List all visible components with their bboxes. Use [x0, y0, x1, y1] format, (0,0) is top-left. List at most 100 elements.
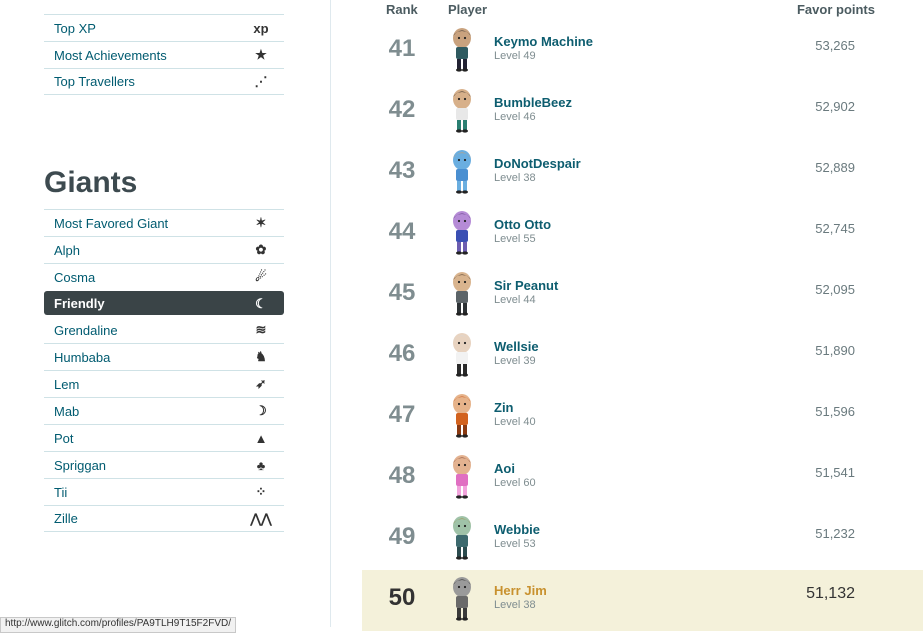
player-avatar[interactable] [448, 515, 476, 561]
top-leaderboard-menu: Top XP xp Most Achievements ★ Top Travellers… [44, 14, 284, 95]
menu-item-label: Humbaba [54, 349, 111, 365]
rank-number: 43 [388, 157, 416, 184]
player-level: Level 44 [494, 294, 536, 306]
player-name-link[interactable]: BumbleBeez [494, 95, 572, 110]
menu-item-spriggan[interactable]: Spriggan ♣ [44, 451, 284, 478]
player-column-header: Player [448, 2, 488, 17]
menu-item-label: Top Travellers [54, 74, 135, 89]
player-level: Level 38 [494, 599, 536, 611]
menu-item-tii[interactable]: Tii ⁘ [44, 478, 284, 505]
rank-number: 47 [388, 401, 416, 428]
leaderboard-row: 48 Aoi Level 60 51,541 [362, 448, 923, 509]
menu-item-label: Cosma [54, 269, 96, 285]
leaderboard-row: 46 Wellsie Level 39 51,890 [362, 326, 923, 387]
menu-item-label: Grendaline [54, 322, 118, 338]
menu-item-top-travellers[interactable]: Top Travellers ⋰ [44, 68, 284, 95]
leaderboard-row: 42 BumbleBeez Level 46 52,902 [362, 82, 923, 143]
mountains-icon: ⋀⋀ [250, 510, 272, 526]
menu-item-cosma[interactable]: Cosma ☄ [44, 263, 284, 290]
player-level: Level 53 [494, 538, 536, 550]
rank-number: 48 [388, 462, 416, 489]
menu-item-label: Pot [54, 430, 74, 446]
rank-number: 45 [388, 279, 416, 306]
humbaba-icon: ♞ [255, 349, 267, 364]
menu-item-label: Spriggan [54, 457, 107, 473]
menu-item-label: Zille [54, 511, 78, 526]
player-level: Level 39 [494, 355, 536, 367]
player-avatar[interactable] [448, 271, 476, 317]
rank-number: 41 [388, 35, 416, 62]
leaderboard-row: 44 Otto Otto Level 55 52,745 [362, 204, 923, 265]
dotted-path-icon: ⋰ [254, 73, 268, 89]
friendly-icon: ☾ [255, 295, 267, 311]
menu-item-lem[interactable]: Lem ➶ [44, 370, 284, 397]
player-avatar[interactable] [448, 210, 476, 256]
menu-item-zille[interactable]: Zille ⋀⋀ [44, 505, 284, 532]
giants-section-title: Giants [44, 166, 138, 199]
player-avatar[interactable] [448, 332, 476, 378]
rank-number: 50 [388, 584, 416, 611]
favor-points: 52,745 [815, 221, 855, 236]
tree-icon: ♣ [256, 457, 266, 473]
player-avatar[interactable] [448, 393, 476, 439]
rank-number: 46 [388, 340, 416, 367]
menu-item-label: Tii [54, 484, 68, 500]
menu-item-label: Most Achievements [54, 47, 167, 63]
sidebar: Giants Top XP xp Most Achievements ★ Top Tra… [0, 0, 331, 627]
rank-number: 42 [388, 96, 416, 123]
star-icon: ★ [255, 47, 267, 62]
favor-points: 53,265 [815, 38, 855, 53]
player-name-link[interactable]: Webbie [494, 522, 540, 537]
menu-item-pot[interactable]: Pot ▲ [44, 424, 284, 451]
player-name-link[interactable]: Herr Jim [494, 583, 547, 598]
leaderboard-row: 41 Keymo Machine Level 49 53,265 [362, 21, 923, 82]
xp-icon: xp [253, 20, 269, 36]
favor-points: 51,541 [815, 465, 855, 480]
player-avatar[interactable] [448, 576, 476, 622]
player-name-link[interactable]: Otto Otto [494, 217, 551, 232]
menu-item-label: Alph [54, 242, 81, 258]
menu-item-grendaline[interactable]: Grendaline ≋ [44, 316, 284, 343]
player-name-link[interactable]: Wellsie [494, 339, 539, 354]
menu-item-alph[interactable]: Alph ✿ [44, 236, 284, 263]
player-avatar[interactable] [448, 88, 476, 134]
menu-item-label: Top XP [54, 20, 96, 36]
rank-number: 44 [388, 218, 416, 245]
leaderboard-row: 50 Herr Jim Level 38 51,132 [362, 570, 923, 631]
menu-item-most-favored-giant[interactable]: Most Favored Giant ✶ [44, 209, 284, 236]
pot-icon: ▲ [254, 430, 268, 446]
leaderboard-row: 49 Webbie Level 53 51,232 [362, 509, 923, 570]
menu-item-label: Lem [54, 376, 80, 392]
menu-item-mab[interactable]: Mab ☽ [44, 397, 284, 424]
favor-points: 51,232 [815, 526, 855, 541]
menu-item-top-xp[interactable]: Top XP xp [44, 14, 284, 41]
player-level: Level 38 [494, 172, 536, 184]
favor-points: 52,095 [815, 282, 855, 297]
menu-item-friendly[interactable]: Friendly ☾ [44, 291, 284, 315]
menu-item-most-achievements[interactable]: Most Achievements ★ [44, 41, 284, 68]
player-level: Level 55 [494, 233, 536, 245]
grendaline-icon: ≋ [255, 322, 267, 337]
favor-points: 51,890 [815, 343, 855, 358]
player-name-link[interactable]: Zin [494, 400, 514, 415]
player-name-link[interactable]: Sir Peanut [494, 278, 558, 293]
leaderboard-row: 45 Sir Peanut Level 44 52,095 [362, 265, 923, 326]
player-avatar[interactable] [448, 27, 476, 73]
menu-item-label: Friendly [54, 296, 105, 311]
player-name-link[interactable]: Keymo Machine [494, 34, 593, 49]
leaderboard: Rank Player Favor points 41 Keymo Machine… [362, 0, 923, 631]
player-avatar[interactable] [448, 454, 476, 500]
player-name-link[interactable]: DoNotDespair [494, 156, 581, 171]
favor-points: 52,889 [815, 160, 855, 175]
player-level: Level 40 [494, 416, 536, 428]
mab-icon: ☽ [255, 403, 267, 418]
domino-icon: ⁘ [255, 484, 267, 499]
menu-item-label: Mab [54, 403, 80, 419]
player-level: Level 60 [494, 477, 536, 489]
menu-item-humbaba[interactable]: Humbaba ♞ [44, 343, 284, 370]
giants-menu: Most Favored Giant ✶ Alph ✿ Cosma ☄ Friendly ☾ G… [44, 209, 284, 532]
leaderboard-row: 47 Zin Level 40 51,596 [362, 387, 923, 448]
player-avatar[interactable] [448, 149, 476, 195]
favor-points: 52,902 [815, 99, 855, 114]
player-name-link[interactable]: Aoi [494, 461, 515, 476]
